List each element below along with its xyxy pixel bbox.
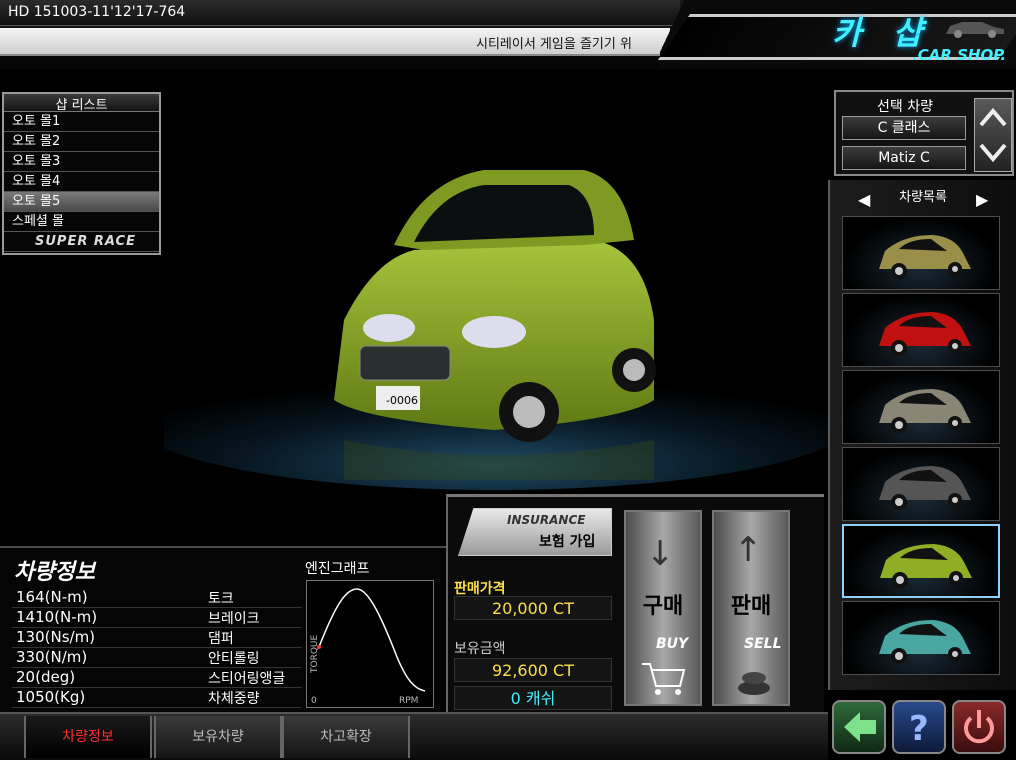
spec-label: 토크 xyxy=(208,591,234,607)
spec-value: 164(N-m) xyxy=(16,588,88,606)
tab-garage-expand[interactable]: 차고확장 xyxy=(282,716,410,758)
spec-value: 1050(Kg) xyxy=(16,688,86,706)
car-emblem-icon xyxy=(946,22,1004,38)
spec-value: 1410(N-m) xyxy=(16,608,98,626)
spec-label: 브레이크 xyxy=(208,611,260,627)
car-thumbnail-icon xyxy=(879,389,971,433)
help-icon: ? xyxy=(909,709,929,749)
sell-kr-label: 판매 xyxy=(730,594,772,619)
news-ticker: 시티레이서 게임을 즐기기 위 xyxy=(476,37,632,52)
car-thumbnail[interactable] xyxy=(842,524,1000,598)
selected-car-panel: 선택 차량 C 클래스 Matiz C xyxy=(834,90,1014,176)
shop-list-item-4[interactable]: 오토 몰4 xyxy=(4,172,159,192)
buy-button[interactable]: ↓ 구매 BUY xyxy=(624,510,702,706)
spec-label: 댐퍼 xyxy=(208,631,234,647)
coins-icon xyxy=(738,672,770,695)
insurance-kr-label: 보험 가입 xyxy=(539,534,596,550)
buy-en-label: BUY xyxy=(656,636,689,652)
spec-row: 20(deg) 스티어링앵글 xyxy=(12,668,302,688)
shop-list-header: 샵 리스트 xyxy=(4,94,159,113)
car-info-panel: 차량정보 164(N-m) 토크 1410(N-m) 브레이크 130(Ns/m… xyxy=(0,546,446,712)
car-thumbnail[interactable] xyxy=(842,447,1000,521)
car-list-next-arrow-icon[interactable]: ▶ xyxy=(976,190,988,209)
up-arrow-icon: ↑ xyxy=(734,530,763,570)
sale-price-value: 20,000 CT xyxy=(454,596,612,620)
shop-list-item-1[interactable]: 오토 몰1 xyxy=(4,112,159,132)
spec-label: 스티어링앵글 xyxy=(208,671,286,687)
shop-list-item-special[interactable]: 스페셜 몰 xyxy=(4,212,159,232)
sell-en-label: SELL xyxy=(744,636,782,652)
selected-car-header: 선택 차량 xyxy=(877,99,933,115)
help-button[interactable]: ? xyxy=(892,700,946,754)
spec-row: 1050(Kg) 차체중량 xyxy=(12,688,302,708)
spec-row: 130(Ns/m) 댐퍼 xyxy=(12,628,302,648)
shop-list-item-super-race[interactable]: SUPER RACE xyxy=(4,232,159,252)
car-thumbnail[interactable] xyxy=(842,216,1000,290)
graph-ylabel: TORQUE xyxy=(310,634,320,674)
back-button[interactable] xyxy=(832,700,886,754)
up-down-arrow-icon xyxy=(979,107,1007,163)
car-thumbnail-icon xyxy=(879,312,971,356)
spec-label: 안티롤링 xyxy=(208,651,260,667)
spec-row: 330(N/m) 안티롤링 xyxy=(12,648,302,668)
spec-row: 164(N-m) 토크 xyxy=(12,588,302,608)
power-button[interactable] xyxy=(952,700,1006,754)
spec-value: 330(N/m) xyxy=(16,648,88,666)
spec-value: 20(deg) xyxy=(16,668,76,686)
shop-list: 샵 리스트 오토 몰1 오토 몰2 오토 몰3 오토 몰4 오토 몰5 스페셜 … xyxy=(2,92,161,255)
torque-curve: TORQUE RPM 0 xyxy=(310,588,426,706)
shopping-cart-icon xyxy=(642,663,686,695)
car-showroom-scene: -0006 xyxy=(164,70,828,490)
insurance-button[interactable]: INSURANCE 보험 가입 xyxy=(458,508,612,556)
car-thumbnail-icon xyxy=(879,620,971,664)
car-thumbnail[interactable] xyxy=(842,293,1000,367)
insurance-en-label: INSURANCE xyxy=(507,513,586,527)
car-thumbnail-icon xyxy=(879,466,971,510)
car-render: -0006 xyxy=(164,70,828,490)
shop-subtitle: .CAR SHOP. xyxy=(912,46,1007,64)
down-arrow-icon: ↓ xyxy=(646,534,675,574)
spec-value: 130(Ns/m) xyxy=(16,628,96,646)
engine-graph-title: 엔진그래프 xyxy=(305,561,370,577)
buy-kr-label: 구매 xyxy=(642,594,684,619)
tab-car-info[interactable]: 차량정보 xyxy=(24,716,152,758)
owned-money-value: 92,600 CT xyxy=(454,658,612,682)
spec-label: 차체중량 xyxy=(208,691,260,707)
car-thumbnail[interactable] xyxy=(842,370,1000,444)
sale-price-label: 판매가격 xyxy=(454,581,506,597)
graph-xlabel: RPM xyxy=(399,696,418,706)
session-id: HD 151003-11'12'17-764 xyxy=(8,4,186,20)
selected-car-class: C 클래스 xyxy=(842,116,966,140)
graph-origin: 0 xyxy=(311,696,317,706)
shop-list-item-5[interactable]: 오토 몰5 xyxy=(4,192,159,212)
back-arrow-icon xyxy=(844,712,876,742)
car-info-title: 차량정보 xyxy=(14,560,95,585)
engine-graph: TORQUE RPM 0 xyxy=(306,580,434,708)
spec-row: 1410(N-m) 브레이크 xyxy=(12,608,302,628)
power-icon xyxy=(964,710,994,744)
class-scroll-buttons[interactable] xyxy=(974,98,1012,172)
sell-button[interactable]: ↑ 판매 SELL xyxy=(712,510,790,706)
cash-value: 0 캐쉬 xyxy=(454,686,612,710)
shop-list-item-2[interactable]: 오토 몰2 xyxy=(4,132,159,152)
car-thumbnail[interactable] xyxy=(842,601,1000,675)
license-plate: -0006 xyxy=(386,394,418,407)
shop-list-item-3[interactable]: 오토 몰3 xyxy=(4,152,159,172)
tab-owned-cars[interactable]: 보유차량 xyxy=(154,716,282,758)
owned-money-label: 보유금액 xyxy=(454,641,506,657)
car-thumbnail-icon xyxy=(880,544,972,588)
svg-text:?: ? xyxy=(909,709,929,749)
selected-car-model: Matiz C xyxy=(842,146,966,170)
car-thumbnail-icon xyxy=(879,235,971,279)
